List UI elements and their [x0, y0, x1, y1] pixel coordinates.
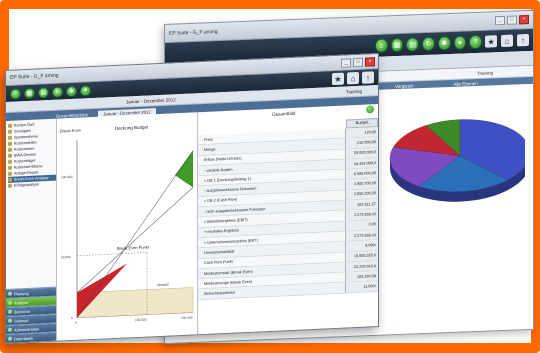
folder-icon [8, 147, 12, 152]
folder-icon [8, 153, 12, 158]
up-arrow-icon[interactable]: ↑ [517, 33, 530, 47]
help-icon[interactable]: ? [469, 34, 483, 50]
house-icon[interactable]: ⌂ [347, 71, 359, 85]
close-button[interactable]: × [365, 56, 375, 67]
row-value: 11,08% [345, 281, 378, 293]
row-value: 9,09% [345, 240, 378, 252]
month-select[interactable]: Januar - Dezember 2012 [126, 97, 176, 104]
sidebar-tree: Konten GuV Sonstiges Spartenebene Kosten… [6, 119, 56, 189]
y-tick: 0 [71, 316, 73, 320]
folder-icon [8, 159, 12, 164]
minimize-button[interactable]: _ [341, 57, 351, 68]
y-tick: 100.000 [61, 175, 73, 180]
folder-icon [8, 183, 12, 188]
chart-icon[interactable]: ▤ [38, 86, 49, 99]
front-window-title: EP Suite - G_F aming [10, 72, 59, 81]
home-icon[interactable]: ⌂ [10, 87, 21, 100]
sidebar-item-label: Sonstiges [14, 128, 31, 134]
user-icon[interactable]: ● [453, 35, 467, 50]
sidebar-item-label: Erfolgsanalyse [14, 182, 39, 188]
refresh-icon[interactable]: ↻ [422, 36, 435, 52]
training-label: Training [345, 88, 362, 95]
sidebar-item[interactable]: Erfolgsanalyse [8, 181, 56, 189]
settings-icon[interactable]: ✱ [66, 85, 77, 97]
home-icon[interactable]: ⌂ [375, 38, 388, 53]
table-body: Preis 120,00 Menge 210.000,00 Erlöse (Netto-… [198, 127, 378, 300]
maximize-button[interactable]: □ [507, 15, 517, 25]
folder-icon [8, 141, 12, 146]
section-title: Gesamtbild [272, 110, 296, 117]
folder-icon [8, 165, 12, 170]
sidebar: Konten GuV Sonstiges Spartenebene Kosten… [6, 118, 57, 343]
row-value: 0,00 [345, 219, 378, 231]
sidebar-nav: Planung Analyse Bereiche Settings Admini… [6, 286, 56, 343]
row-value: 2.655.300,00 [345, 188, 378, 200]
row-value: 25.000.000,0 [345, 147, 378, 159]
grid-icon[interactable]: ▦ [390, 37, 404, 53]
break-even-chart: Break-Even Deckung Budget Break Even Pun… [57, 112, 198, 341]
front-window: EP Suite - G_F aming _ □ × ⌂ ▦ ▤ ↻ ✱ ● ★… [5, 53, 379, 345]
y-tick: 50.000 [61, 255, 71, 259]
row-value: 120,00 [345, 127, 378, 138]
break-even-svg: Break-Even Deckung Budget Break Even Pun… [57, 112, 197, 341]
star-icon[interactable]: ★ [332, 72, 344, 86]
maximize-button[interactable]: □ [353, 57, 363, 67]
x-tick: 0 [75, 321, 77, 325]
star-icon[interactable]: ★ [485, 35, 498, 48]
grid-icon[interactable]: ▦ [24, 87, 35, 99]
row-value: 22.230.010,8 [345, 260, 378, 272]
front-main: Konten GuV Sonstiges Spartenebene Kosten… [6, 104, 378, 343]
row-value: 6.596.000,00 [345, 168, 378, 180]
row-value: 2.272.888,43 [345, 230, 378, 241]
close-button[interactable]: × [519, 14, 529, 25]
minimize-button[interactable]: _ [495, 15, 505, 26]
results-table: Budget Preis 120,00 Menge 210.000,00 Erlöse … [198, 118, 378, 300]
folder-icon [8, 123, 12, 128]
chart-left-label: Break-Even [60, 128, 81, 134]
folder-icon [8, 171, 12, 176]
folder-icon [8, 135, 12, 140]
x-tick: 200.000 [181, 315, 193, 320]
folder-icon [8, 129, 12, 134]
row-value: 18.404.000,0 [345, 157, 378, 169]
pie-chart [389, 119, 525, 202]
up-arrow-icon[interactable]: ↑ [362, 71, 374, 84]
x-tick: 100.000 [135, 318, 147, 323]
nav-database[interactable]: Datenbank [6, 331, 56, 343]
results-table-panel: Gesamtbild Budget Preis 120,00 Menge 210.00… [198, 104, 378, 335]
row-value: 185.250,09 [345, 271, 378, 283]
settings-icon[interactable]: ✱ [437, 35, 451, 51]
folder-icon [8, 177, 12, 182]
row-value: 2.272.888,43 [345, 209, 378, 221]
settings-icon[interactable] [366, 105, 374, 114]
house-icon[interactable]: ⌂ [501, 34, 514, 48]
row-value: 3.950.700,00 [345, 178, 378, 190]
row-value: 15.655.555,6 [345, 250, 378, 262]
user-icon[interactable]: ● [80, 84, 91, 97]
zone-label: Umsatz [157, 283, 169, 288]
back-window-title: EP Suite - G_F aming [169, 28, 218, 37]
refresh-icon[interactable]: ↻ [52, 85, 63, 98]
chart-icon[interactable]: ▤ [406, 37, 420, 52]
training-label: Training [476, 69, 493, 76]
row-value: 382.511,57 [345, 199, 378, 210]
row-value: 210.000,00 [345, 137, 378, 149]
